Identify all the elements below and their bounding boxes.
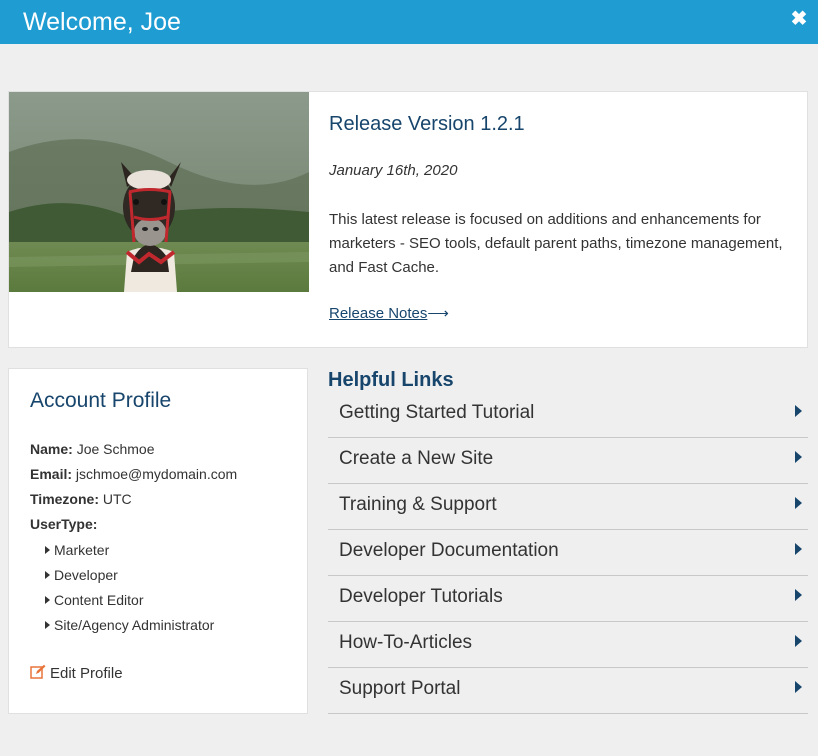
caret-right-icon <box>795 681 802 693</box>
account-profile-card: Account Profile Name: Joe Schmoe Email: … <box>8 368 308 714</box>
usertype-item: Developer <box>45 567 118 583</box>
release-date: January 16th, 2020 <box>329 162 458 179</box>
link-label: Training & Support <box>339 494 497 515</box>
llama-image <box>9 92 309 292</box>
profile-email: Email: jschmoe@mydomain.com <box>30 466 237 482</box>
email-value: jschmoe@mydomain.com <box>75 466 238 482</box>
profile-title: Account Profile <box>30 389 172 412</box>
link-getting-started[interactable]: Getting Started Tutorial <box>328 392 808 438</box>
release-notes-label: Release Notes <box>329 305 428 322</box>
release-notes-link[interactable]: Release Notes⟶ <box>329 304 449 322</box>
close-icon[interactable]: ✖ <box>788 9 810 31</box>
caret-right-icon <box>795 497 802 509</box>
link-label: Support Portal <box>339 678 461 699</box>
email-label: Email: <box>30 466 73 482</box>
link-label: Getting Started Tutorial <box>339 402 535 423</box>
link-developer-tutorials[interactable]: Developer Tutorials <box>328 576 808 622</box>
link-developer-documentation[interactable]: Developer Documentation <box>328 530 808 576</box>
usertype-item: Marketer <box>45 542 109 558</box>
link-label: How-To-Articles <box>339 632 473 653</box>
name-label: Name: <box>30 441 73 457</box>
caret-right-icon <box>795 451 802 463</box>
caret-right-icon <box>45 596 50 604</box>
edit-profile-button[interactable]: Edit Profile <box>30 664 123 682</box>
usertype-label: UserType: <box>30 516 98 532</box>
arrow-right-icon: ⟶ <box>427 305 449 322</box>
page-title: Welcome, Joe <box>23 8 181 36</box>
timezone-label: Timezone: <box>30 491 99 507</box>
timezone-value: UTC <box>102 491 132 507</box>
caret-right-icon <box>795 635 802 647</box>
link-support-portal[interactable]: Support Portal <box>328 668 808 714</box>
link-create-site[interactable]: Create a New Site <box>328 438 808 484</box>
helpful-links-heading: Helpful Links <box>328 369 454 391</box>
helpful-links-list: Getting Started Tutorial Create a New Si… <box>328 392 808 714</box>
caret-right-icon <box>45 546 50 554</box>
usertype-item: Content Editor <box>45 592 144 608</box>
profile-name: Name: Joe Schmoe <box>30 441 155 457</box>
modal-header: Welcome, Joe ✖ <box>0 0 818 44</box>
release-description: This latest release is focused on additi… <box>329 211 783 276</box>
link-label: Create a New Site <box>339 448 494 469</box>
link-how-to-articles[interactable]: How-To-Articles <box>328 622 808 668</box>
edit-icon <box>30 664 46 679</box>
release-card: Release Version 1.2.1 January 16th, 2020… <box>8 91 808 348</box>
link-training-support[interactable]: Training & Support <box>328 484 808 530</box>
caret-right-icon <box>795 543 802 555</box>
caret-right-icon <box>45 621 50 629</box>
profile-usertype: UserType: <box>30 516 97 532</box>
edit-profile-label: Edit Profile <box>50 665 123 682</box>
link-label: Developer Documentation <box>339 540 559 561</box>
caret-right-icon <box>795 589 802 601</box>
name-value: Joe Schmoe <box>76 441 155 457</box>
caret-right-icon <box>795 405 802 417</box>
profile-timezone: Timezone: UTC <box>30 491 132 507</box>
caret-right-icon <box>45 571 50 579</box>
scroll-edge <box>818 0 822 756</box>
link-label: Developer Tutorials <box>339 586 503 607</box>
usertype-item: Site/Agency Administrator <box>45 617 214 633</box>
release-title: Release Version 1.2.1 <box>329 113 525 135</box>
